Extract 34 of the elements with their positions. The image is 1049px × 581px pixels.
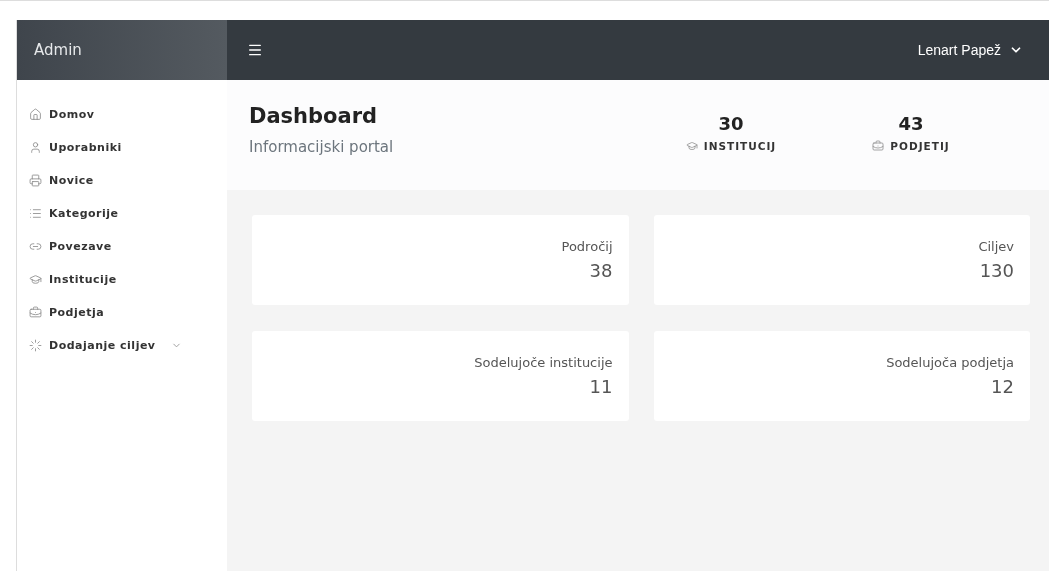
brand-name: Admin xyxy=(17,20,227,80)
page-title: Dashboard xyxy=(249,104,379,128)
sidebar-item[interactable]: Domov xyxy=(29,102,227,126)
card-value: 38 xyxy=(589,260,613,281)
user-icon xyxy=(29,140,42,154)
stat-value: 43 xyxy=(898,112,924,134)
stat-label: PODJETIJ xyxy=(890,139,950,152)
graduation-cap-icon xyxy=(29,272,42,286)
home-icon xyxy=(29,107,42,121)
printer-icon xyxy=(29,173,42,187)
card-label: Sodelujoče institucije xyxy=(474,355,613,370)
card-label: Sodelujoča podjetja xyxy=(886,355,1014,370)
list-icon xyxy=(29,206,42,220)
sidebar-item[interactable]: Uporabniki xyxy=(29,135,227,159)
card-value: 11 xyxy=(589,376,613,397)
card-label: Področij xyxy=(561,239,613,254)
card-label: Ciljev xyxy=(978,239,1014,254)
card-value: 130 xyxy=(979,260,1014,281)
page-subtitle: Informacijski portal xyxy=(249,138,395,156)
graduation-cap-icon xyxy=(685,139,698,152)
sidebar-item[interactable]: Novice xyxy=(29,168,227,192)
sidebar-item[interactable]: Kategorije xyxy=(29,201,227,225)
sidebar-item[interactable]: Dodajanje ciljev xyxy=(29,333,227,357)
user-menu[interactable]: Lenart Papež xyxy=(917,42,1023,58)
stat-label: INSTITUCIJ xyxy=(703,139,777,152)
sidebar-item[interactable]: Institucije xyxy=(29,267,227,291)
sidebar-item[interactable]: Povezave xyxy=(29,234,227,258)
card-value: 12 xyxy=(991,376,1014,397)
loader-icon xyxy=(29,338,42,352)
sidebar-item[interactable]: Podjetja xyxy=(29,300,227,324)
briefcase-icon xyxy=(872,139,885,152)
briefcase-icon xyxy=(29,305,42,319)
stat-value: 30 xyxy=(718,112,744,134)
menu-button[interactable] xyxy=(247,42,263,58)
